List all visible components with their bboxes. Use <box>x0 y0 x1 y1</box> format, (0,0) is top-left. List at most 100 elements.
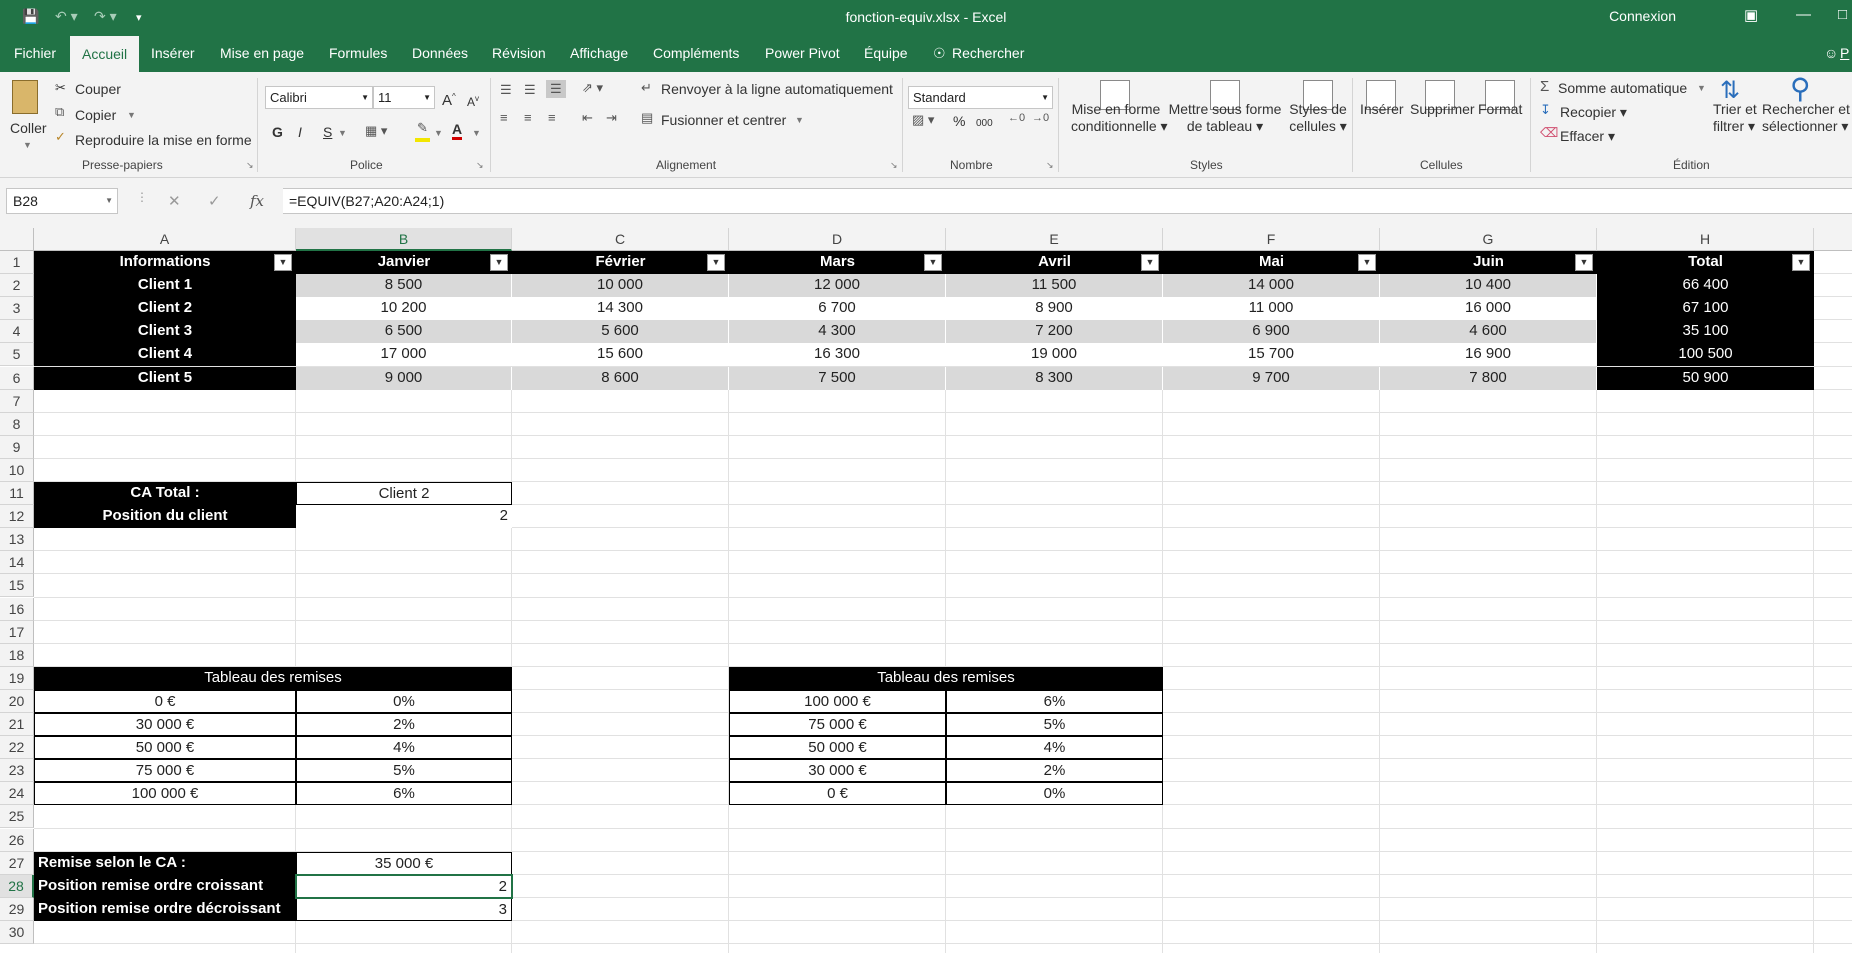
tab-fichier[interactable]: Fichier <box>14 45 56 61</box>
share-button[interactable]: P <box>1840 45 1849 61</box>
discount-desc-cell[interactable]: 75 000 € <box>729 713 946 737</box>
accounting-icon[interactable]: ▨ ▾ <box>912 112 934 128</box>
maximize-icon[interactable]: □ <box>1838 6 1847 23</box>
table-header-cell[interactable]: Mars <box>729 251 946 275</box>
discount-desc-cell[interactable]: 4% <box>946 736 1163 760</box>
sales-value-cell[interactable]: 10 200 <box>296 297 512 321</box>
paste-dropdown-icon[interactable]: ▼ <box>23 140 32 150</box>
tab-donnees[interactable]: Données <box>412 45 468 61</box>
sales-value-cell[interactable]: 5 600 <box>512 320 729 344</box>
copy-button[interactable]: Copier <box>75 107 116 124</box>
format-painter-button[interactable]: Reproduire la mise en forme <box>75 132 252 149</box>
discount-asc-cell[interactable]: 6% <box>296 782 512 806</box>
filter-dropdown-icon[interactable]: ▼ <box>707 254 725 271</box>
row-header-27[interactable]: 27 <box>0 851 34 875</box>
tab-revision[interactable]: Révision <box>492 45 546 61</box>
sales-value-cell[interactable]: 8 300 <box>946 366 1163 390</box>
row-header-19[interactable]: 19 <box>0 666 34 690</box>
client-name-cell[interactable]: Client 5 <box>34 366 296 390</box>
row-header-23[interactable]: 23 <box>0 759 34 783</box>
discount-asc-cell[interactable]: 75 000 € <box>34 759 296 783</box>
row-header-24[interactable]: 24 <box>0 782 34 806</box>
align-middle-icon[interactable]: ☰ <box>524 82 536 98</box>
row-header-15[interactable]: 15 <box>0 574 34 598</box>
column-header-f[interactable]: F <box>1163 228 1380 251</box>
discount-asc-cell[interactable]: 50 000 € <box>34 736 296 760</box>
remise-asc-value[interactable]: 2 <box>296 874 512 898</box>
italic-button[interactable]: I <box>298 124 302 141</box>
sales-value-cell[interactable]: 19 000 <box>946 343 1163 367</box>
discount-asc-cell[interactable]: 2% <box>296 713 512 737</box>
row-header-3[interactable]: 3 <box>0 297 34 321</box>
sales-value-cell[interactable]: 10 400 <box>1380 274 1597 298</box>
discount-desc-cell[interactable]: 100 000 € <box>729 689 946 713</box>
select-all-corner[interactable] <box>0 228 34 251</box>
sales-value-cell[interactable]: 6 700 <box>729 297 946 321</box>
fill-button[interactable]: Recopier ▾ <box>1560 104 1627 121</box>
wrap-text-button[interactable]: Renvoyer à la ligne automatiquement <box>661 81 893 98</box>
sales-value-cell[interactable]: 12 000 <box>729 274 946 298</box>
percent-button[interactable]: % <box>953 113 965 130</box>
row-header-20[interactable]: 20 <box>0 689 34 713</box>
decrease-decimal-icon[interactable]: →0 <box>1032 112 1049 124</box>
sales-value-cell[interactable]: 4 300 <box>729 320 946 344</box>
total-cell[interactable]: 67 100 <box>1597 297 1814 321</box>
filter-dropdown-icon[interactable]: ▼ <box>924 254 942 271</box>
row-header-5[interactable]: 5 <box>0 343 34 367</box>
sales-value-cell[interactable]: 8 500 <box>296 274 512 298</box>
table-header-cell[interactable]: Juin <box>1380 251 1597 275</box>
clear-button[interactable]: Effacer ▾ <box>1560 128 1615 145</box>
discount-desc-cell[interactable]: 5% <box>946 713 1163 737</box>
align-bottom-icon[interactable]: ☰ <box>546 80 566 98</box>
client-position-value[interactable]: 2 <box>296 505 512 529</box>
row-header-12[interactable]: 12 <box>0 505 34 529</box>
number-format-select[interactable]: Standard ▼ <box>908 86 1053 109</box>
underline-button[interactable]: S <box>323 124 332 141</box>
discount-desc-cell[interactable]: 0 € <box>729 782 946 806</box>
remise-desc-label[interactable]: Position remise ordre décroissant <box>34 897 296 921</box>
discount-desc-cell[interactable]: 50 000 € <box>729 736 946 760</box>
insert-function-button[interactable]: fx <box>250 192 264 210</box>
sales-value-cell[interactable]: 7 500 <box>729 366 946 390</box>
sales-value-cell[interactable]: 6 500 <box>296 320 512 344</box>
tab-mise-en-page[interactable]: Mise en page <box>220 45 304 61</box>
client-name-cell[interactable]: Client 4 <box>34 343 296 367</box>
row-header-26[interactable]: 26 <box>0 828 34 852</box>
cell-styles-button[interactable]: Styles de cellules ▾ <box>1288 101 1348 135</box>
sales-value-cell[interactable]: 8 900 <box>946 297 1163 321</box>
merge-center-button[interactable]: Fusionner et centrer <box>661 112 786 129</box>
filter-dropdown-icon[interactable]: ▼ <box>1792 254 1810 271</box>
filter-dropdown-icon[interactable]: ▼ <box>274 254 292 271</box>
filter-dropdown-icon[interactable]: ▼ <box>1141 254 1159 271</box>
paste-button[interactable]: Coller <box>10 120 47 137</box>
sales-value-cell[interactable]: 4 600 <box>1380 320 1597 344</box>
discount-asc-title[interactable]: Tableau des remises <box>34 666 512 690</box>
sales-value-cell[interactable]: 14 300 <box>512 297 729 321</box>
row-header-2[interactable]: 2 <box>0 274 34 298</box>
format-cells-button[interactable]: Format <box>1478 101 1522 118</box>
tell-me-search[interactable]: Rechercher <box>952 45 1024 61</box>
remise-value[interactable]: 35 000 € <box>296 851 512 875</box>
tab-inserer[interactable]: Insérer <box>151 45 195 61</box>
sales-value-cell[interactable]: 15 600 <box>512 343 729 367</box>
column-header-d[interactable]: D <box>729 228 946 251</box>
sales-value-cell[interactable]: 11 000 <box>1163 297 1380 321</box>
column-header-a[interactable]: A <box>34 228 296 251</box>
enter-icon[interactable]: ✓ <box>208 192 221 210</box>
row-header-28[interactable]: 28 <box>0 874 34 898</box>
row-header-17[interactable]: 17 <box>0 620 34 644</box>
remise-label[interactable]: Remise selon le CA : <box>34 851 296 875</box>
fill-color-icon[interactable] <box>415 138 430 142</box>
client-name-cell[interactable]: Client 1 <box>34 274 296 298</box>
row-header-29[interactable]: 29 <box>0 897 34 921</box>
discount-asc-cell[interactable]: 0% <box>296 689 512 713</box>
table-header-cell[interactable]: Informations <box>34 251 296 275</box>
font-color-button[interactable]: A <box>452 122 463 140</box>
remise-desc-value[interactable]: 3 <box>296 897 512 921</box>
sales-value-cell[interactable]: 16 000 <box>1380 297 1597 321</box>
sales-value-cell[interactable]: 14 000 <box>1163 274 1380 298</box>
ca-total-label[interactable]: CA Total : <box>34 482 296 506</box>
table-header-cell[interactable]: Mai <box>1163 251 1380 275</box>
row-header-11[interactable]: 11 <box>0 482 34 506</box>
row-header-21[interactable]: 21 <box>0 713 34 737</box>
